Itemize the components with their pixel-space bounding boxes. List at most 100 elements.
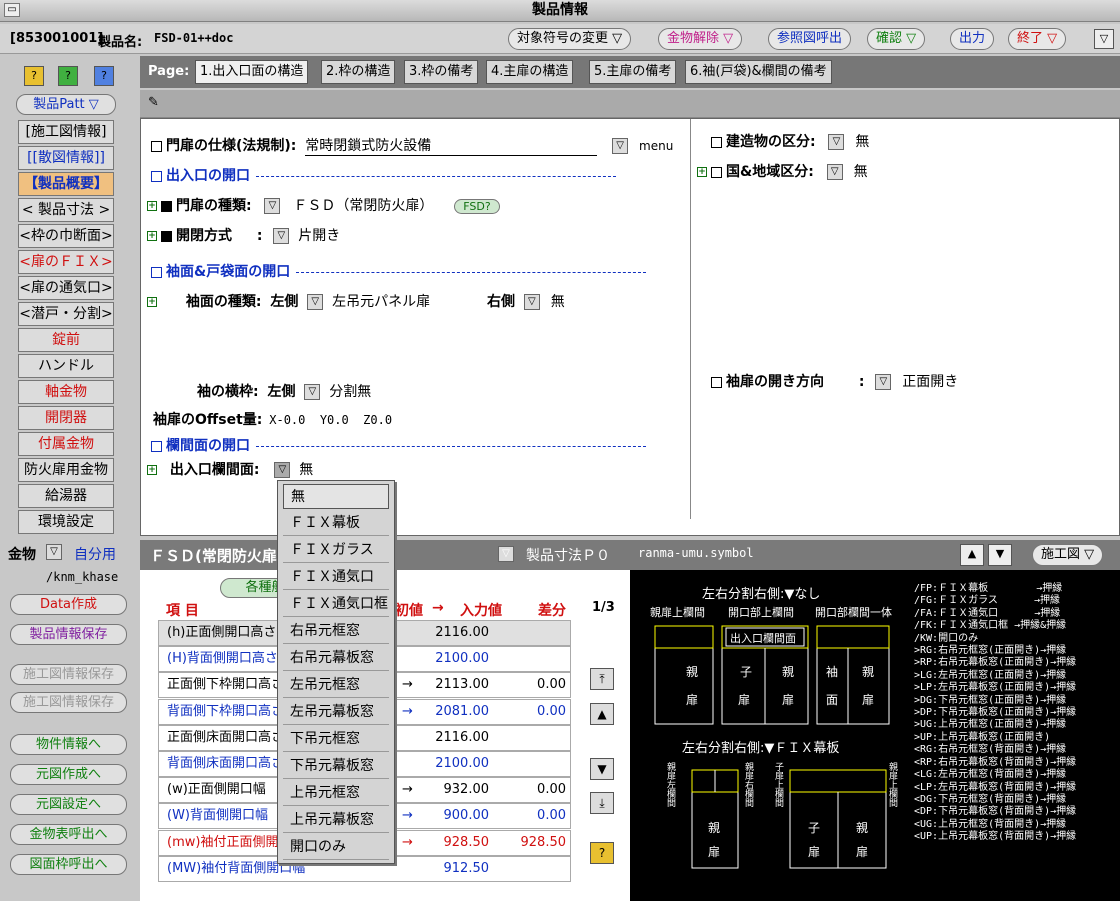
door-spec-input[interactable]: 常時閉鎖式防火設備 xyxy=(305,135,598,156)
tab-entrance-structure[interactable]: 1.出入口面の構造 xyxy=(195,60,309,84)
checkbox-icon[interactable] xyxy=(711,376,722,388)
row-input[interactable]: 2100.00 xyxy=(419,752,489,776)
row-name: 背面側下枠開口高さ xyxy=(167,703,285,719)
dropdown-option-13[interactable]: 開口のみ xyxy=(283,835,389,860)
sidebar-item-1[interactable]: [[散図情報]] xyxy=(18,146,114,170)
help-icon-1[interactable]: ? xyxy=(24,66,44,86)
dropdown-option-1[interactable]: ＦＩＸ幕板 xyxy=(283,511,389,536)
checkbox-icon[interactable] xyxy=(711,166,722,178)
dropdown-option-7[interactable]: 左吊元框窓 xyxy=(283,673,389,698)
scroll-top-button[interactable]: ⤒ xyxy=(590,668,614,690)
expand-icon[interactable]: + xyxy=(147,231,157,241)
sidebar-item-6[interactable]: <扉の通気口> xyxy=(18,276,114,300)
row-input[interactable]: 2113.00 xyxy=(419,673,489,697)
row-input[interactable]: 932.00 xyxy=(419,778,490,802)
row-input[interactable]: 2116.00 xyxy=(419,726,489,750)
dropdown-option-2[interactable]: ＦＩＸガラス xyxy=(283,538,389,563)
row-input[interactable]: 928.50 xyxy=(419,831,490,855)
row-input[interactable]: 900.00 xyxy=(419,804,490,828)
dropdown-option-8[interactable]: 左吊元幕板窓 xyxy=(283,700,389,725)
sidebar-item-10[interactable]: 軸金物 xyxy=(18,380,114,404)
symbol-up-button[interactable]: ▲ xyxy=(960,544,984,566)
action-button-5[interactable]: 元図作成へ xyxy=(10,764,127,785)
open-method-dropdown-icon[interactable]: ▽ xyxy=(273,228,290,244)
dropdown-option-11[interactable]: 上吊元框窓 xyxy=(283,781,389,806)
spec-dropdown-icon[interactable]: ▽ xyxy=(612,138,629,154)
window-menu-icon[interactable]: ▭ xyxy=(4,3,20,17)
sidebar-item-15[interactable]: 環境設定 xyxy=(18,510,114,534)
sidebar-item-7[interactable]: <潜戸・分割> xyxy=(18,302,114,326)
tab-frame-notes[interactable]: 3.枠の備考 xyxy=(404,60,479,84)
action-button-8[interactable]: 図面枠呼出へ xyxy=(10,854,127,875)
sekou-dropdown-button[interactable]: 施工図 ▽ xyxy=(1032,544,1104,566)
release-hardware-button[interactable]: 金物解除 ▽ xyxy=(658,28,743,50)
action-button-1[interactable]: 製品情報保存 xyxy=(10,624,127,645)
reference-drawing-button[interactable]: 参照図呼出 xyxy=(768,28,852,50)
tab-sode-ranma-notes[interactable]: 6.袖(戸袋)&欄間の備考 xyxy=(685,60,832,84)
fsd-help-button[interactable]: FSD? xyxy=(454,199,500,214)
sidebar-item-2[interactable]: 【製品概要】 xyxy=(18,172,114,196)
sidebar-item-9[interactable]: ハンドル xyxy=(18,354,114,378)
sidebar-item-13[interactable]: 防火扉用金物 xyxy=(18,458,114,482)
sidebar-item-0[interactable]: [施工図情報] xyxy=(18,120,114,144)
row-input[interactable]: 2116.00 xyxy=(419,621,489,645)
dropdown-option-9[interactable]: 下吊元框窓 xyxy=(283,727,389,752)
tab-frame-structure[interactable]: 2.枠の構造 xyxy=(321,60,396,84)
row-input[interactable]: 2100.00 xyxy=(419,647,489,671)
dropdown-option-0[interactable]: 無 xyxy=(283,484,389,509)
sode-frame-dropdown-icon[interactable]: ▽ xyxy=(304,384,321,400)
sode-left-dropdown-icon[interactable]: ▽ xyxy=(307,294,324,310)
confirm-button[interactable]: 確認 ▽ xyxy=(867,28,926,50)
ranma-dropdown-icon[interactable]: ▽ xyxy=(274,462,291,478)
sidebar-item-14[interactable]: 給湯器 xyxy=(18,484,114,508)
action-button-6[interactable]: 元図設定へ xyxy=(10,794,127,815)
sode-direction-dropdown-icon[interactable]: ▽ xyxy=(875,374,892,390)
row-input[interactable]: 912.50 xyxy=(419,857,490,881)
scroll-up-button[interactable]: ▲ xyxy=(590,703,614,725)
dropdown-option-4[interactable]: ＦＩＸ通気口框 xyxy=(283,592,389,617)
action-button-2[interactable]: 施工図情報保存 xyxy=(10,664,127,685)
help-icon-2[interactable]: ? xyxy=(58,66,78,86)
dropdown-option-6[interactable]: 右吊元幕板窓 xyxy=(283,646,389,671)
table-help-icon[interactable]: ? xyxy=(590,842,614,864)
help-icon-3[interactable]: ? xyxy=(94,66,114,86)
tab-main-door-notes[interactable]: 5.主扉の備考 xyxy=(589,60,677,84)
dropdown-option-10[interactable]: 下吊元幕板窓 xyxy=(283,754,389,779)
expand-icon[interactable]: + xyxy=(147,201,157,211)
action-button-4[interactable]: 物件情報へ xyxy=(10,734,127,755)
scroll-down-button[interactable]: ▼ xyxy=(590,758,614,780)
sidebar-item-4[interactable]: <枠の巾断面> xyxy=(18,224,114,248)
sidebar-item-8[interactable]: 錠前 xyxy=(18,328,114,352)
menu-dropdown-icon[interactable]: ▽ xyxy=(1094,29,1114,49)
expand-icon[interactable]: + xyxy=(697,167,707,177)
change-target-button[interactable]: 対象符号の変更 ▽ xyxy=(508,28,632,50)
tab-main-door-structure[interactable]: 4.主扉の構造 xyxy=(486,60,574,84)
dropdown-option-3[interactable]: ＦＩＸ通気口 xyxy=(283,565,389,590)
exit-button[interactable]: 終了 ▽ xyxy=(1008,28,1067,50)
kanamono-dropdown-icon[interactable]: ▽ xyxy=(46,544,62,560)
action-button-0[interactable]: Data作成 xyxy=(10,594,127,615)
region-dropdown-icon[interactable]: ▽ xyxy=(826,164,843,180)
sidebar-item-3[interactable]: < 製品寸法 > xyxy=(18,198,114,222)
checkbox-icon[interactable] xyxy=(711,136,722,148)
sidebar-item-12[interactable]: 付属金物 xyxy=(18,432,114,456)
action-button-7[interactable]: 金物表呼出へ xyxy=(10,824,127,845)
symbol-down-button[interactable]: ▼ xyxy=(988,544,1012,566)
expand-icon[interactable]: + xyxy=(147,297,157,307)
menu-label[interactable]: menu xyxy=(639,139,673,153)
sidebar-item-5[interactable]: <扉のＦＩＸ> xyxy=(18,250,114,274)
product-patt-button[interactable]: 製品Patt ▽ xyxy=(16,94,116,115)
row-input[interactable]: 2081.00 xyxy=(419,700,489,724)
dropdown-option-12[interactable]: 上吊元幕板窓 xyxy=(283,808,389,833)
expand-icon[interactable]: + xyxy=(147,465,157,475)
building-class-dropdown-icon[interactable]: ▽ xyxy=(828,134,845,150)
sidebar-item-11[interactable]: 開閉器 xyxy=(18,406,114,430)
output-button[interactable]: 出力 xyxy=(950,28,995,50)
action-button-3[interactable]: 施工図情報保存 xyxy=(10,692,127,713)
dropdown-option-5[interactable]: 右吊元框窓 xyxy=(283,619,389,644)
door-type-dropdown-icon[interactable]: ▽ xyxy=(264,198,281,214)
scroll-bottom-button[interactable]: ⤓ xyxy=(590,792,614,814)
checkbox-icon[interactable] xyxy=(151,140,162,152)
dimension-dropdown-icon[interactable]: ▽ xyxy=(498,546,514,562)
sode-right-dropdown-icon[interactable]: ▽ xyxy=(523,294,540,310)
